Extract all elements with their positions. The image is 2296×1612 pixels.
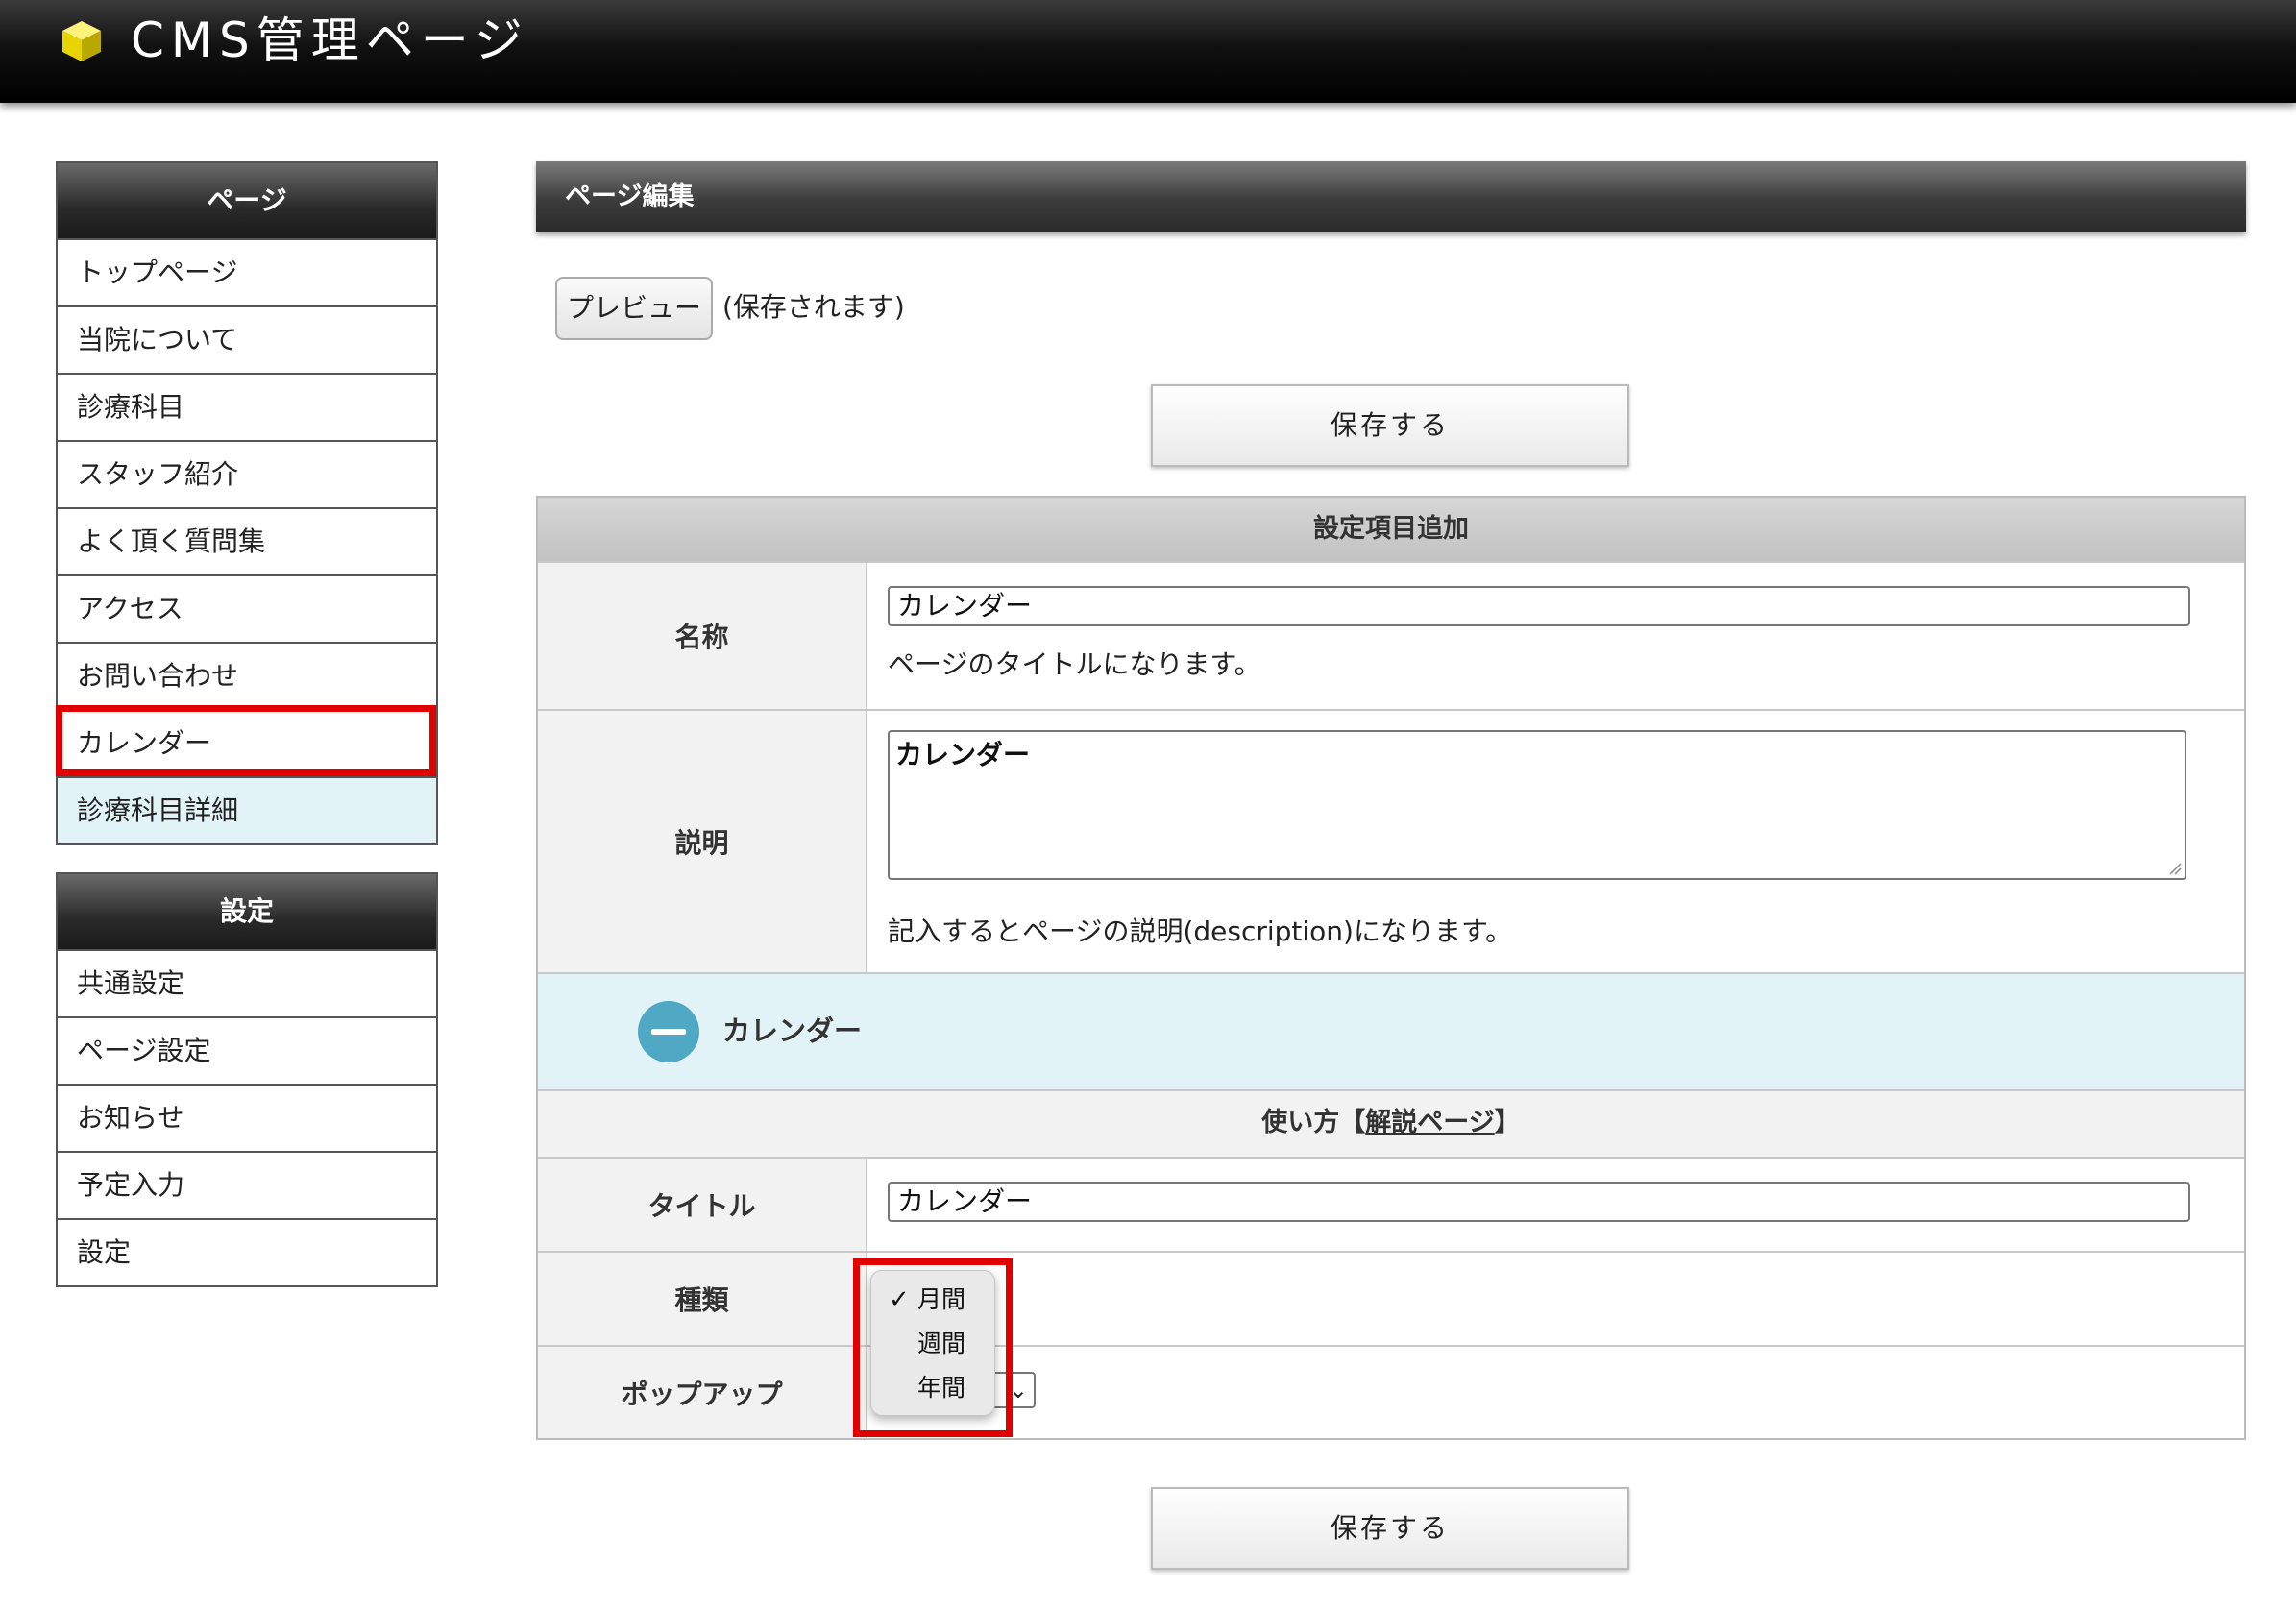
sidebar-settings-panel: 設定 共通設定 ページ設定 お知らせ 予定入力 設定 bbox=[56, 872, 438, 1287]
title-input[interactable]: カレンダー bbox=[888, 1182, 2190, 1222]
top-header: CMS管理ページ bbox=[0, 0, 2296, 103]
type-option-weekly[interactable]: 週間 bbox=[871, 1323, 994, 1365]
sidebar-item-access[interactable]: アクセス bbox=[58, 574, 436, 642]
form-band-title: 設定項目追加 bbox=[538, 498, 2244, 561]
calendar-block-title: カレンダー bbox=[722, 1014, 863, 1047]
usage-suffix: 】 bbox=[1494, 1108, 1521, 1137]
sidebar-item-settings[interactable]: 設定 bbox=[58, 1218, 436, 1285]
sidebar-item-about-clinic[interactable]: 当院について bbox=[58, 305, 436, 373]
guide-page-link[interactable]: 解説ページ bbox=[1365, 1108, 1494, 1137]
sidebar-item-contact[interactable]: お問い合わせ bbox=[58, 642, 436, 709]
type-option-label: 年間 bbox=[917, 1374, 966, 1402]
description-help-text: 記入するとページの説明(description)になります。 bbox=[888, 916, 1513, 947]
sidebar-item-faq[interactable]: よく頂く質問集 bbox=[58, 507, 436, 574]
chevron-down-icon: ⌄ bbox=[1008, 1377, 1028, 1404]
sidebar-item-departments[interactable]: 診療科目 bbox=[58, 373, 436, 440]
description-text: カレンダー bbox=[895, 739, 1031, 770]
resize-grip-icon[interactable] bbox=[2168, 862, 2182, 875]
type-option-label: 週間 bbox=[917, 1330, 966, 1357]
settings-form: 設定項目追加 名称 カレンダー ページのタイトルになります。 説明 カレンダー … bbox=[536, 496, 2246, 1440]
sidebar-item-top-page[interactable]: トップページ bbox=[58, 238, 436, 305]
description-label: 説明 bbox=[538, 711, 867, 972]
description-textarea[interactable]: カレンダー bbox=[888, 730, 2186, 880]
save-button-top[interactable]: 保存する bbox=[1151, 384, 1629, 467]
sidebar-item-staff[interactable]: スタッフ紹介 bbox=[58, 440, 436, 507]
sidebar-item-page-settings[interactable]: ページ設定 bbox=[58, 1016, 436, 1084]
title-label: タイトル bbox=[538, 1159, 867, 1251]
yellow-cube-icon bbox=[62, 21, 101, 61]
type-option-yearly[interactable]: 年間 bbox=[871, 1367, 994, 1409]
popup-label: ポップアップ bbox=[538, 1347, 867, 1438]
page-edit-header: ページ編集 bbox=[536, 161, 2246, 232]
sidebar-item-common-settings[interactable]: 共通設定 bbox=[58, 949, 436, 1016]
popup-row: ポップアップ bbox=[538, 1345, 2244, 1438]
sidebar-item-calendar[interactable]: カレンダー bbox=[58, 709, 436, 776]
preview-note: (保存されます) bbox=[722, 291, 905, 323]
type-select-dropdown[interactable]: ✓ 月間 週間 年間 bbox=[870, 1270, 995, 1416]
calendar-block-header: カレンダー bbox=[538, 972, 2244, 1089]
description-row: 説明 カレンダー 記入するとページの説明(description)になります。 bbox=[538, 709, 2244, 972]
sidebar-item-department-details[interactable]: 診療科目詳細 bbox=[58, 776, 436, 843]
usage-row: 使い方【解説ページ】 bbox=[538, 1089, 2244, 1157]
sidebar-item-news[interactable]: お知らせ bbox=[58, 1084, 436, 1151]
sidebar-settings-heading: 設定 bbox=[58, 874, 436, 949]
sidebar-pages-panel: ページ トップページ 当院について 診療科目 スタッフ紹介 よく頂く質問集 アク… bbox=[56, 161, 438, 845]
name-row: 名称 カレンダー ページのタイトルになります。 bbox=[538, 561, 2244, 709]
checkmark-icon: ✓ bbox=[889, 1285, 910, 1314]
name-help-text: ページのタイトルになります。 bbox=[888, 648, 1261, 680]
collapse-button[interactable] bbox=[638, 1001, 699, 1062]
title-row: タイトル カレンダー bbox=[538, 1157, 2244, 1251]
usage-prefix: 使い方【 bbox=[1261, 1108, 1366, 1137]
save-button-bottom[interactable]: 保存する bbox=[1151, 1487, 1629, 1570]
type-row: 種類 bbox=[538, 1251, 2244, 1345]
name-input[interactable]: カレンダー bbox=[888, 586, 2190, 626]
type-label: 種類 bbox=[538, 1253, 867, 1345]
app-title: CMS管理ページ bbox=[131, 12, 529, 68]
sidebar-pages-heading: ページ bbox=[58, 163, 436, 238]
sidebar-item-schedule-input[interactable]: 予定入力 bbox=[58, 1151, 436, 1218]
preview-button[interactable]: プレビュー bbox=[555, 277, 713, 340]
name-label: 名称 bbox=[538, 563, 867, 709]
minus-icon bbox=[651, 1029, 686, 1035]
type-option-monthly[interactable]: ✓ 月間 bbox=[871, 1279, 994, 1321]
type-option-label: 月間 bbox=[917, 1285, 966, 1313]
